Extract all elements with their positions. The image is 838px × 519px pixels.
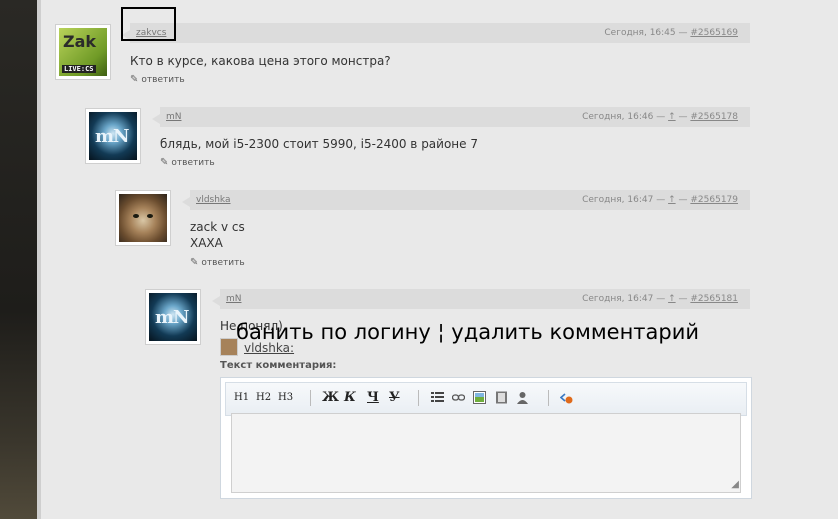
avatar-mn-text: mN (155, 307, 189, 328)
underline-button[interactable]: Ч (367, 390, 379, 405)
comment-author[interactable]: vldshka (196, 190, 231, 210)
meta-separator: — (678, 294, 688, 304)
comment-header: zakvcs Сегодня, 16:45 — #2565169 (122, 23, 750, 43)
comment-permalink[interactable]: #2565169 (690, 28, 738, 38)
h1-button[interactable]: H1 (234, 392, 249, 403)
meta-separator: — (678, 112, 688, 122)
avatar-mn[interactable]: mN (85, 108, 141, 164)
editor-toolbar: H1 H2 H3 Ж К Ч У (225, 382, 747, 416)
comment-meta: Сегодня, 16:46 — ↑ — #2565178 (582, 107, 738, 127)
video-icon[interactable] (495, 391, 508, 404)
user-icon[interactable] (516, 391, 529, 404)
comment-text: блядь, мой i5-2300 стоит 5990, i5-2400 в… (160, 137, 478, 151)
toolbar-separator (548, 390, 549, 406)
reply-label: ответить (171, 158, 215, 168)
comment-permalink[interactable]: #2565179 (690, 195, 738, 205)
avatar-zakvcs[interactable]: Zak LIVE:CS (55, 24, 111, 80)
answer-to-user-link[interactable]: vldshka (244, 341, 290, 355)
meta-separator: — (678, 195, 688, 205)
editor-label: Текст комментария: (220, 360, 337, 371)
reply-label: ответить (141, 75, 185, 85)
comment-text: Кто в курсе, какова цена этого монстра? (130, 54, 391, 68)
link-icon[interactable] (452, 391, 465, 404)
left-background-strip (0, 0, 37, 519)
reply-link[interactable]: ✎ ответить (130, 74, 185, 85)
comment-time: Сегодня, 16:46 — (582, 112, 666, 122)
parent-link[interactable]: ↑ (668, 112, 676, 122)
toolbar-separator (418, 390, 419, 406)
reply-label: ответить (201, 258, 245, 268)
reply-link[interactable]: ✎ ответить (190, 257, 245, 268)
comment-textarea[interactable] (231, 413, 741, 493)
comment-author[interactable]: mN (226, 289, 242, 309)
comment-author[interactable]: mN (166, 107, 182, 127)
avatar-mn[interactable]: mN (145, 289, 201, 345)
comment-header: mN Сегодня, 16:47 — ↑ — #2565181 (212, 289, 750, 309)
comment-editor: H1 H2 H3 Ж К Ч У ◢ (220, 377, 752, 499)
h3-button[interactable]: H3 (278, 392, 293, 403)
comment-permalink[interactable]: #2565181 (690, 294, 738, 304)
comment-permalink[interactable]: #2565178 (690, 112, 738, 122)
avatar-mn-text: mN (95, 126, 129, 147)
comment-meta: Сегодня, 16:45 — #2565169 (604, 23, 738, 43)
pencil-icon: ✎ (190, 257, 199, 268)
pencil-icon: ✎ (130, 74, 139, 85)
comment-header: vldshka Сегодня, 16:47 — ↑ — #2565179 (182, 190, 750, 210)
comment-header: mN Сегодня, 16:46 — ↑ — #2565178 (152, 107, 750, 127)
reply-link[interactable]: ✎ ответить (160, 157, 215, 168)
avatar-zakvcs-text: Zak (63, 32, 97, 51)
resize-handle-icon[interactable]: ◢ (731, 479, 739, 490)
comment-text-line2: ХАХА (190, 236, 223, 250)
parent-link[interactable]: ↑ (668, 195, 676, 205)
cat-eye (133, 214, 139, 218)
highlight-rectangle (121, 7, 176, 41)
toolbar-separator (310, 390, 311, 406)
strike-button[interactable]: У (389, 390, 400, 405)
comment-meta: Сегодня, 16:47 — ↑ — #2565181 (582, 289, 738, 309)
image-icon[interactable] (473, 391, 486, 404)
answer-to-user[interactable]: vldshka: (244, 341, 294, 355)
source-code-icon[interactable] (560, 391, 573, 404)
italic-button[interactable]: К (344, 390, 356, 405)
left-border (37, 0, 41, 519)
admin-overlay-text: банить по логину ¦ удалить комментарий (236, 320, 700, 344)
comment-meta: Сегодня, 16:47 — ↑ — #2565179 (582, 190, 738, 210)
answer-colon: : (290, 341, 295, 355)
bold-button[interactable]: Ж (322, 390, 339, 405)
h2-button[interactable]: H2 (256, 392, 271, 403)
cat-eye (147, 214, 153, 218)
pencil-icon: ✎ (160, 157, 169, 168)
comment-time: Сегодня, 16:45 — (604, 28, 688, 38)
avatar-zakvcs-tag: LIVE:CS (62, 65, 96, 73)
list-icon[interactable] (431, 391, 444, 404)
comment-time: Сегодня, 16:47 — (582, 294, 666, 304)
comment-time: Сегодня, 16:47 — (582, 195, 666, 205)
answer-avatar (220, 338, 238, 356)
parent-link[interactable]: ↑ (668, 294, 676, 304)
avatar-vldshka[interactable] (115, 190, 171, 246)
comment-text-line1: zack v cs (190, 220, 245, 234)
